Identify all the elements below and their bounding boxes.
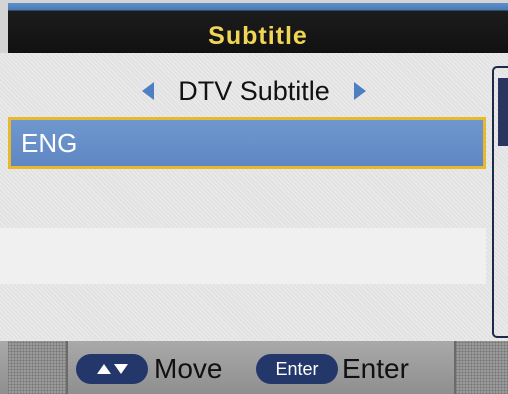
enter-hint: Enter Enter	[256, 353, 409, 385]
triangle-left-icon[interactable]	[142, 82, 155, 100]
menu-title: Subtitle	[208, 22, 308, 50]
menu-panel: DTV Subtitle ENG	[0, 53, 508, 341]
move-hint-label: Move	[154, 353, 223, 384]
enter-hint-label: Enter	[342, 353, 409, 384]
subtitle-menu: Subtitle DTV Subtitle ENG Move Enter Ent…	[0, 0, 508, 394]
scrollbar-thumb[interactable]	[498, 78, 508, 146]
list-item-label: ENG	[21, 127, 78, 158]
move-hint: Move	[76, 353, 222, 385]
title-bar: Subtitle	[8, 3, 508, 53]
footer-divider	[66, 341, 68, 394]
enter-key-badge: Enter	[256, 354, 338, 384]
subtitle-type-selector[interactable]: DTV Subtitle	[0, 71, 508, 111]
footer-decoration-right	[456, 341, 508, 394]
up-down-arrows-icon	[76, 354, 148, 384]
footer-bar: Move Enter Enter	[0, 341, 508, 394]
triangle-right-icon[interactable]	[353, 82, 366, 100]
list-item-eng[interactable]: ENG	[8, 117, 486, 169]
list-item-empty	[0, 228, 486, 284]
footer-decoration-left	[8, 341, 66, 394]
enter-key-label: Enter	[275, 358, 319, 379]
selector-label: DTV Subtitle	[178, 75, 330, 106]
